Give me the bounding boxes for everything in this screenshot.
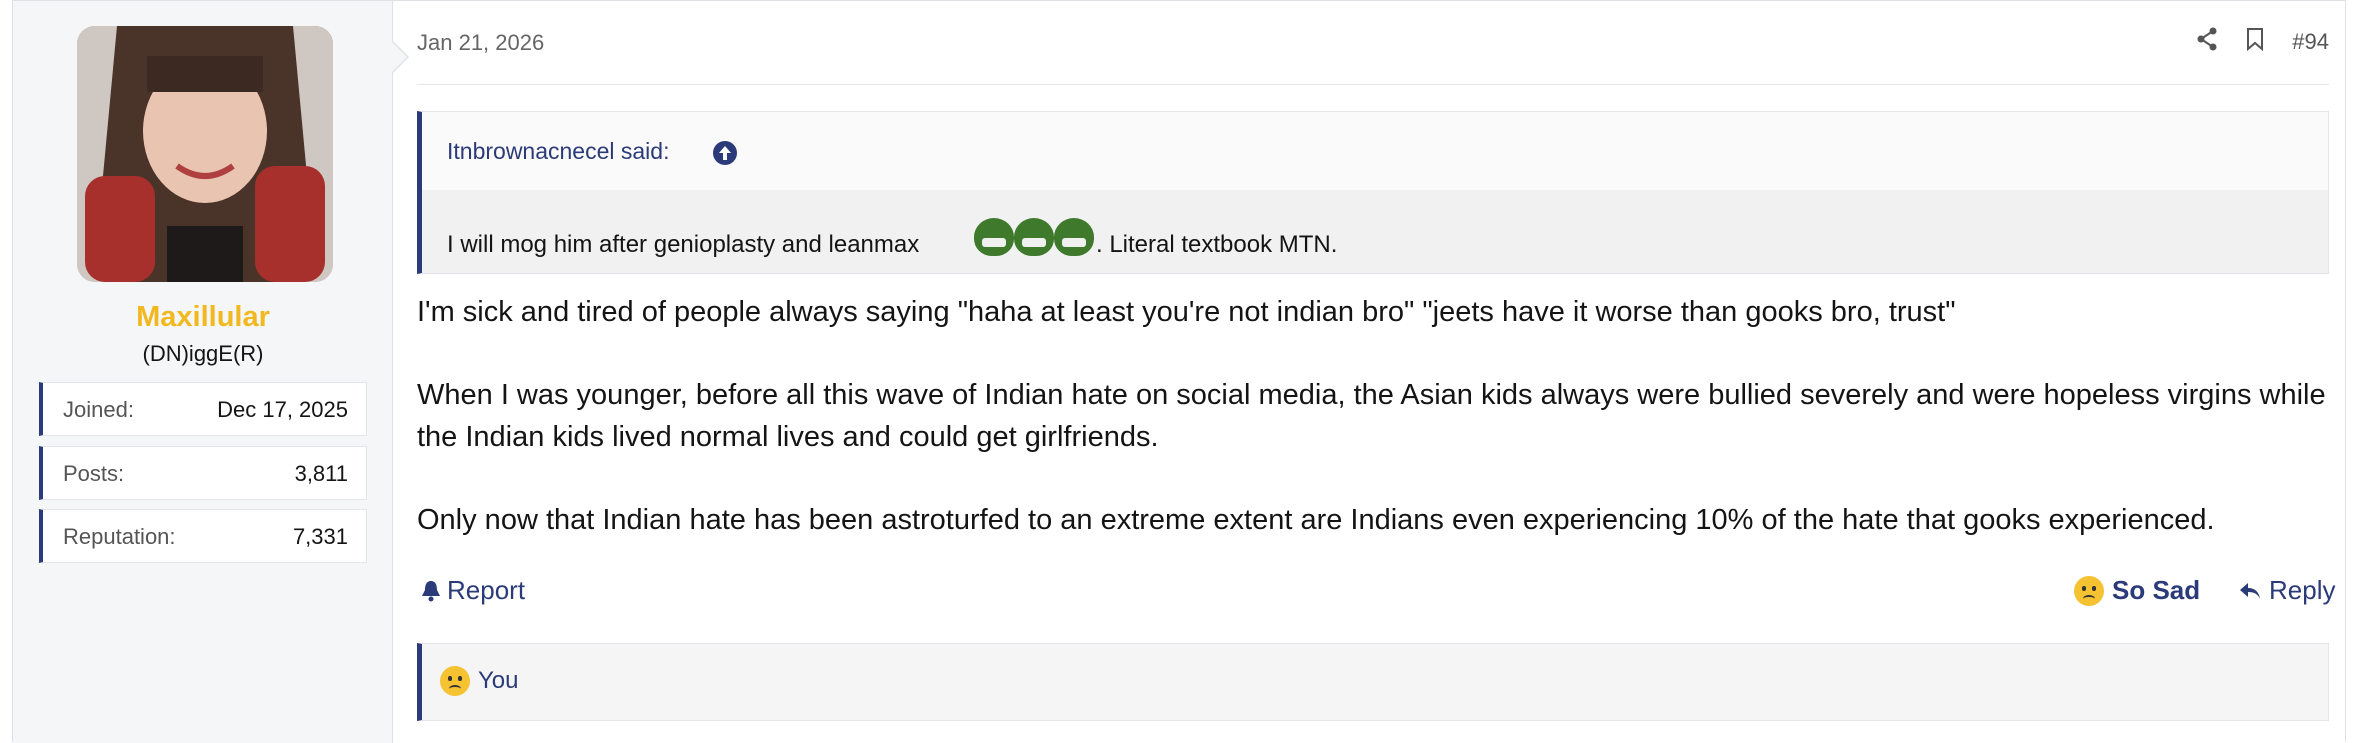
post-number[interactable]: #94	[2292, 29, 2329, 55]
quote-body: I will mog him after genioplasty and lea…	[422, 190, 2328, 273]
post-paragraph: I'm sick and tired of people always sayi…	[417, 296, 1956, 328]
user-info-panel: Maxillular (DN)iggE(R) Joined: Dec 17, 2…	[13, 1, 393, 743]
stat-joined: Joined: Dec 17, 2025	[39, 382, 367, 436]
post-paragraph: When I was younger, before all this wave…	[417, 379, 2326, 453]
reactions-users[interactable]: You	[478, 667, 519, 695]
stat-label: Posts:	[63, 461, 125, 486]
reaction-button[interactable]: So Sad	[2074, 575, 2200, 606]
divider	[417, 84, 2329, 85]
arrow-up-circle-icon[interactable]	[712, 140, 738, 172]
quote-text-end: . Literal textbook MTN.	[1096, 231, 1338, 258]
user-title: (DN)iggE(R)	[142, 341, 264, 366]
reply-button[interactable]: Reply	[2239, 575, 2335, 606]
sad-face-icon	[2074, 575, 2104, 606]
report-button[interactable]: Report	[421, 575, 525, 606]
stat-reputation: Reputation: 7,331	[39, 509, 367, 563]
reactions-bar: You	[417, 643, 2329, 721]
stat-label: Reputation:	[63, 524, 176, 549]
stat-label: Joined:	[63, 397, 134, 422]
quote-author[interactable]: Itnbrownacnecel said:	[447, 138, 669, 165]
post-date[interactable]: Jan 21, 2026	[417, 30, 544, 56]
quote-header: Itnbrownacnecel said:	[422, 112, 2328, 190]
post-paragraph: Only now that Indian hate has been astro…	[417, 504, 2215, 536]
reply-arrow-icon	[2240, 582, 2260, 599]
bookmark-icon[interactable]	[2246, 27, 2264, 57]
reactions-summary[interactable]: You	[440, 666, 519, 696]
username[interactable]: Maxillular	[13, 301, 393, 334]
message-arrow	[392, 41, 409, 73]
stat-value: 7,331	[292, 524, 348, 549]
share-icon[interactable]	[2196, 27, 2218, 57]
post-footer: Report So Sad Reply	[417, 575, 2335, 611]
post-message: Maxillular (DN)iggE(R) Joined: Dec 17, 2…	[12, 0, 2346, 743]
reaction-label: So Sad	[2112, 575, 2201, 605]
avatar-image	[77, 26, 333, 282]
report-label: Report	[447, 575, 526, 605]
bell-icon	[422, 580, 440, 601]
post-top-actions: #94	[2196, 27, 2329, 57]
frog-emoji-icon	[974, 218, 1094, 256]
sad-face-icon	[440, 666, 470, 696]
quote-text: I will mog him after genioplasty and lea…	[447, 231, 920, 258]
stat-value: 3,811	[294, 461, 348, 486]
avatar[interactable]	[77, 26, 333, 282]
stat-value: Dec 17, 2025	[217, 397, 348, 422]
stat-posts: Posts: 3,811	[39, 446, 367, 500]
reply-label: Reply	[2269, 575, 2336, 605]
quote-block: Itnbrownacnecel said: I will mog him aft…	[417, 111, 2329, 274]
